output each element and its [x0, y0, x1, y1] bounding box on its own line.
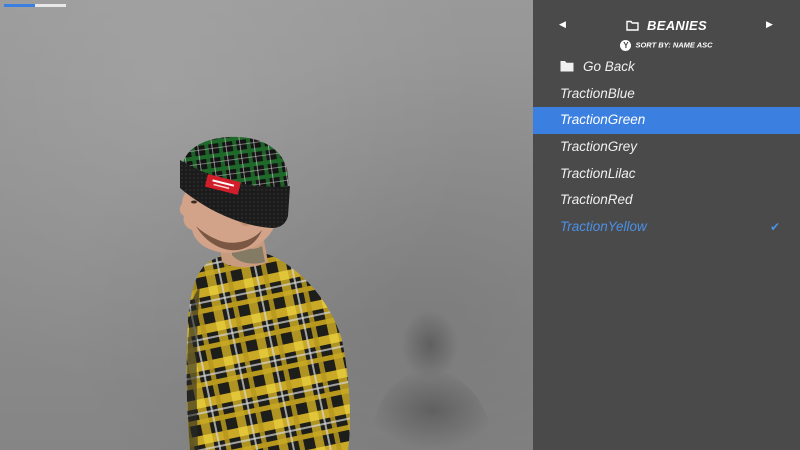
list-item-label: TractionGrey	[560, 139, 638, 155]
list-item-traction-blue[interactable]: TractionBlue	[533, 81, 800, 108]
list-item-label: TractionGreen	[560, 112, 646, 128]
wardrobe-menu-panel: ◀ BEANIES ▶ Y SORT BY: NAME ASC Go Back T…	[533, 0, 800, 450]
character-model	[179, 136, 495, 450]
wall-shadow	[370, 311, 495, 450]
item-list: Go Back TractionBlue TractionGreen Tract…	[533, 54, 800, 241]
list-item-traction-yellow[interactable]: TractionYellow ✔	[533, 214, 800, 241]
category-title-text: BEANIES	[647, 18, 707, 33]
list-item-label: TractionLilac	[560, 165, 636, 181]
list-item-label: TractionBlue	[560, 85, 635, 101]
sort-label: SORT BY: NAME ASC	[635, 40, 713, 50]
list-item-traction-grey[interactable]: TractionGrey	[533, 134, 800, 161]
folder-icon	[560, 55, 574, 82]
sort-button[interactable]: Y SORT BY: NAME ASC	[533, 40, 800, 51]
folder-icon	[626, 19, 639, 34]
list-item-label: TractionRed	[560, 192, 633, 208]
loading-progress-fill	[4, 4, 35, 7]
plaid-shirt	[186, 251, 350, 450]
game-screen: ◀ BEANIES ▶ Y SORT BY: NAME ASC Go Back T…	[0, 0, 800, 450]
list-item-traction-lilac[interactable]: TractionLilac	[533, 161, 800, 188]
character-preview-viewport	[0, 0, 533, 450]
list-item-traction-green[interactable]: TractionGreen	[533, 107, 800, 135]
y-button-icon: Y	[620, 40, 632, 51]
triangle-right-icon[interactable]: ▶	[766, 19, 773, 30]
list-item-label: TractionYellow	[560, 219, 647, 235]
category-title: BEANIES	[533, 18, 800, 34]
list-item-traction-red[interactable]: TractionRed	[533, 187, 800, 214]
go-back-item[interactable]: Go Back	[533, 54, 800, 81]
menu-header: ◀ BEANIES ▶ Y SORT BY: NAME ASC	[533, 0, 800, 56]
go-back-label: Go Back	[583, 59, 635, 74]
loading-progress-bar	[4, 4, 66, 7]
checkmark-icon: ✔	[769, 220, 780, 235]
